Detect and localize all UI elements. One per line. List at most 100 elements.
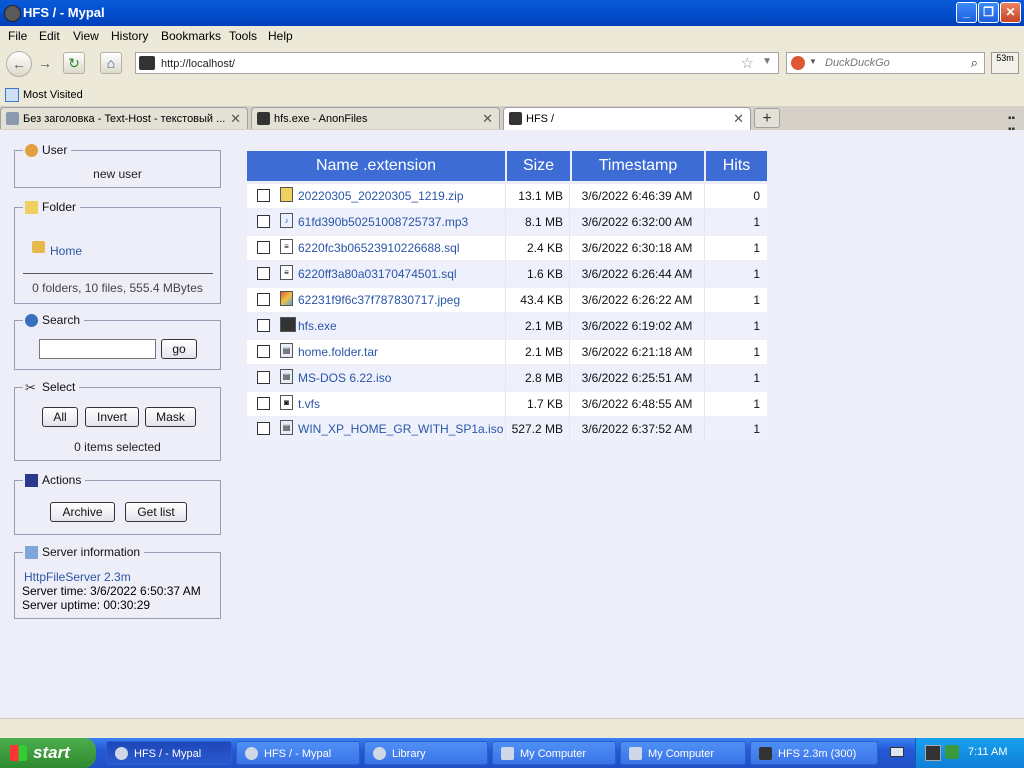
- go-button[interactable]: go: [161, 339, 197, 359]
- close-tab-icon[interactable]: ✕: [230, 111, 241, 127]
- folder-divider: [23, 273, 213, 274]
- mask-button[interactable]: Mask: [145, 407, 196, 427]
- file-hits: 1: [753, 345, 760, 359]
- file-size: 43.4 KB: [520, 293, 563, 307]
- floppy-disk-icon: [25, 473, 38, 487]
- url-input[interactable]: [159, 55, 743, 73]
- file-link[interactable]: t.vfs: [298, 392, 320, 416]
- search-bar[interactable]: ▼ ⌕: [786, 52, 985, 74]
- file-link[interactable]: MS-DOS 6.22.iso: [298, 366, 391, 390]
- tab-anonfiles[interactable]: hfs.exe - AnonFiles ✕: [251, 107, 500, 129]
- menu-tools[interactable]: Tools: [229, 29, 257, 43]
- file-hits: 1: [753, 241, 760, 255]
- column-header-size[interactable]: Size: [507, 151, 570, 181]
- taskbar-item-library[interactable]: Library: [364, 741, 488, 765]
- close-tab-icon[interactable]: ✕: [482, 111, 493, 127]
- search-engine-dropdown-icon[interactable]: ▼: [809, 57, 817, 66]
- help-search-icon: [25, 313, 38, 327]
- file-link[interactable]: 62231f9f6c37f787830717.jpeg: [298, 288, 460, 312]
- file-link[interactable]: home.folder.tar: [298, 340, 378, 364]
- get-list-button[interactable]: Get list: [125, 502, 187, 522]
- bookmark-star-icon[interactable]: ☆: [741, 54, 754, 72]
- file-link[interactable]: 6220ff3a80a03170474501.sql: [298, 262, 457, 286]
- web-search-input[interactable]: [823, 56, 957, 70]
- window-title: HFS / - Mypal: [23, 5, 105, 20]
- invert-selection-button[interactable]: Invert: [85, 407, 139, 427]
- file-link[interactable]: hfs.exe: [298, 314, 337, 338]
- file-hits: 1: [753, 371, 760, 385]
- forward-button[interactable]: →: [34, 53, 56, 75]
- table-row: ♪ 61fd390b50251008725737.mp3 8.1 MB 3/6/…: [247, 210, 767, 234]
- file-link[interactable]: 20220305_20220305_1219.zip: [298, 184, 464, 208]
- taskbar-item-label: HFS 2.3m (300): [778, 748, 857, 760]
- taskbar-item-mypal-1[interactable]: HFS / - Mypal: [106, 741, 232, 765]
- url-bar[interactable]: ☆ ▼: [135, 52, 779, 74]
- url-dropdown-icon[interactable]: ▼: [762, 56, 772, 67]
- back-button[interactable]: ←: [6, 51, 32, 77]
- menu-view[interactable]: View: [73, 29, 99, 43]
- server-info-panel: Server information HttpFileServer 2.3m S…: [14, 545, 221, 619]
- scissors-icon: ✂: [25, 379, 36, 395]
- minimize-button[interactable]: _: [956, 2, 977, 23]
- hfs-tray-icon[interactable]: [925, 745, 941, 761]
- most-visited-bookmark[interactable]: Most Visited: [23, 89, 83, 101]
- file-size: 1.6 KB: [526, 267, 563, 281]
- file-size: 1.7 KB: [526, 397, 563, 411]
- home-link[interactable]: Home: [50, 244, 82, 258]
- table-row: ▤ MS-DOS 6.22.iso 2.8 MB 3/6/2022 6:25:5…: [247, 366, 767, 390]
- taskbar-item-my-computer-1[interactable]: My Computer: [492, 741, 616, 765]
- keyboard-icon[interactable]: [890, 747, 904, 757]
- tab-hfs[interactable]: HFS / ✕: [503, 107, 751, 131]
- table-row: 62231f9f6c37f787830717.jpeg 43.4 KB 3/6/…: [247, 288, 767, 312]
- search-magnifier-icon[interactable]: ⌕: [971, 55, 978, 71]
- home-button[interactable]: ⌂: [100, 52, 122, 74]
- hfs-site-icon: [139, 56, 155, 70]
- taskbar-item-mypal-2[interactable]: HFS / - Mypal: [236, 741, 360, 765]
- addon-timer-button[interactable]: 53m: [991, 52, 1019, 74]
- library-icon: [373, 747, 386, 760]
- start-button[interactable]: start: [0, 738, 96, 768]
- close-window-button[interactable]: ✕: [1000, 2, 1021, 23]
- taskbar-item-label: My Computer: [648, 748, 715, 760]
- file-size: 2.1 MB: [524, 345, 563, 359]
- duckduckgo-icon[interactable]: [791, 56, 805, 70]
- menu-file[interactable]: File: [8, 29, 27, 43]
- column-header-hits[interactable]: Hits: [706, 151, 767, 181]
- table-row: ◙ t.vfs 1.7 KB 3/6/2022 6:48:55 AM 1: [247, 392, 767, 416]
- file-hits: 1: [753, 397, 760, 411]
- select-all-button[interactable]: All: [42, 407, 78, 427]
- menu-history[interactable]: History: [111, 29, 148, 43]
- reload-button[interactable]: ↻: [63, 52, 85, 74]
- taskbar-item-my-computer-2[interactable]: My Computer: [620, 741, 746, 765]
- file-size: 13.1 MB: [518, 189, 563, 203]
- bookmarks-toolbar: Most Visited: [0, 84, 1024, 106]
- menu-edit[interactable]: Edit: [39, 29, 60, 43]
- clock[interactable]: 7:11 AM: [968, 746, 1008, 758]
- close-tab-icon[interactable]: ✕: [733, 111, 744, 127]
- tab-text-host[interactable]: Без заголовка - Text-Host - текстовый ..…: [0, 107, 248, 129]
- navigation-toolbar: ← → ↻ ⌂ ☆ ▼ ▼ ⌕ 53m: [0, 46, 1024, 84]
- column-header-timestamp[interactable]: Timestamp: [572, 151, 704, 181]
- file-timestamp: 3/6/2022 6:26:22 AM: [581, 293, 693, 307]
- network-tray-icon[interactable]: [945, 745, 959, 759]
- folder-legend: Folder: [23, 200, 81, 214]
- taskbar-item-hfs[interactable]: HFS 2.3m (300): [750, 741, 878, 765]
- file-link[interactable]: 61fd390b50251008725737.mp3: [298, 210, 468, 234]
- file-link[interactable]: 6220fc3b06523910226688.sql: [298, 236, 459, 260]
- folder-title: Folder: [42, 200, 77, 214]
- server-time: Server time: 3/6/2022 6:50:37 AM: [22, 584, 201, 598]
- column-header-name[interactable]: Name .extension: [247, 151, 505, 181]
- tab-label: Без заголовка - Text-Host - текстовый ..…: [23, 113, 226, 125]
- user-icon: [25, 143, 38, 157]
- file-link[interactable]: WIN_XP_HOME_GR_WITH_SP1a.iso: [298, 417, 503, 441]
- maximize-button[interactable]: ❐: [978, 2, 999, 23]
- new-tab-button[interactable]: +: [754, 108, 780, 128]
- archive-button[interactable]: Archive: [50, 502, 115, 522]
- hfs-version-link[interactable]: HttpFileServer 2.3m: [24, 570, 131, 584]
- mypal-icon: [245, 747, 258, 760]
- menu-bookmarks[interactable]: Bookmarks: [161, 29, 221, 43]
- menu-help[interactable]: Help: [268, 29, 293, 43]
- home-icon: [32, 241, 45, 253]
- file-search-input[interactable]: [39, 339, 156, 359]
- server-title: Server information: [42, 545, 141, 559]
